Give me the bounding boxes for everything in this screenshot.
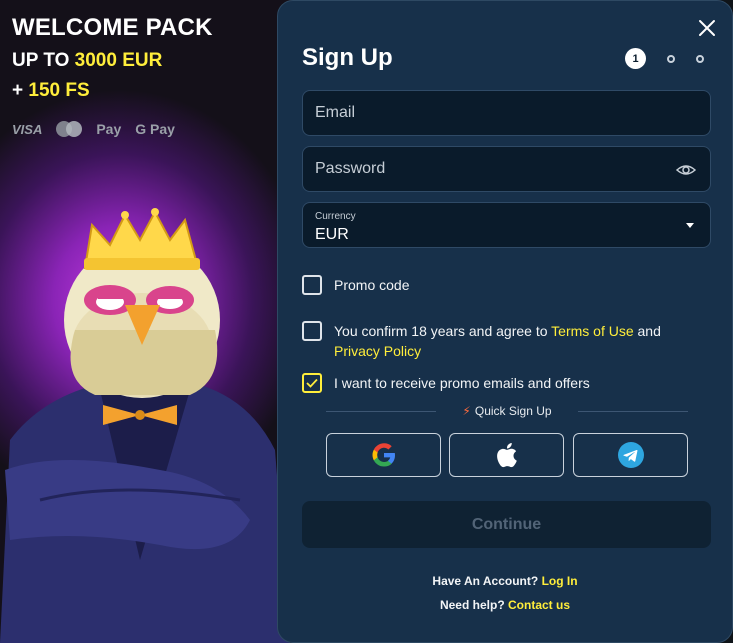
terms-and-text: and [637,323,661,339]
need-help-line: Need help? Contact us [278,598,732,612]
step-3-dot [696,54,704,63]
close-icon[interactable] [696,17,718,39]
privacy-policy-link[interactable]: Privacy Policy [334,343,421,359]
quick-signup-label: ⚡ Quick Sign Up [462,404,552,418]
apple-icon [496,443,517,468]
eye-icon[interactable] [676,161,696,179]
password-field [302,146,711,192]
quick-signup-divider: ⚡ Quick Sign Up [326,404,688,418]
need-help-text: Need help? [439,598,505,612]
terms-confirm-text: You confirm 18 years and agree to [334,323,548,339]
promo-code-label: Promo code [334,277,410,293]
step-indicator: 1 [625,48,704,69]
step-2-dot [667,54,675,63]
chevron-down-icon [686,223,694,228]
google-signup-button[interactable] [326,433,441,477]
apple-signup-button[interactable] [449,433,564,477]
step-1-active: 1 [625,48,646,69]
age-terms-row: You confirm 18 years and agree to Terms … [302,321,704,361]
telegram-signup-button[interactable] [573,433,688,477]
contact-us-link[interactable]: Contact us [508,598,570,612]
login-link[interactable]: Log In [542,574,578,588]
currency-label: Currency [315,211,356,222]
password-input[interactable] [303,147,710,191]
telegram-icon [617,442,644,468]
currency-value: EUR [315,226,349,243]
have-account-line: Have An Account? Log In [278,574,732,588]
email-field [302,90,711,136]
continue-button[interactable]: Continue [302,501,711,548]
currency-select[interactable]: Currency EUR [302,202,711,248]
google-icon [372,443,395,467]
email-input[interactable] [303,91,710,135]
page-title: Sign Up [302,44,393,71]
promo-panel: WELCOME PACK UP TO 3000 EUR + 150 FS VIS… [0,0,290,643]
terms-text: You confirm 18 years and agree to Terms … [334,321,704,361]
rooster-mascot-illustration [0,208,290,643]
promo-emails-checkbox[interactable] [302,373,322,393]
lightning-icon: ⚡ [462,404,471,418]
signup-modal: Sign Up 1 Currency EUR Promo code You co… [277,0,733,643]
have-account-text: Have An Account? [432,574,539,588]
promo-emails-label: I want to receive promo emails and offer… [334,375,590,391]
promo-emails-row: I want to receive promo emails and offer… [302,373,704,393]
terms-of-use-link[interactable]: Terms of Use [551,323,633,339]
check-icon [306,378,318,388]
promo-code-checkbox[interactable] [302,275,322,295]
promo-code-row: Promo code [302,275,704,295]
terms-checkbox[interactable] [302,321,322,341]
